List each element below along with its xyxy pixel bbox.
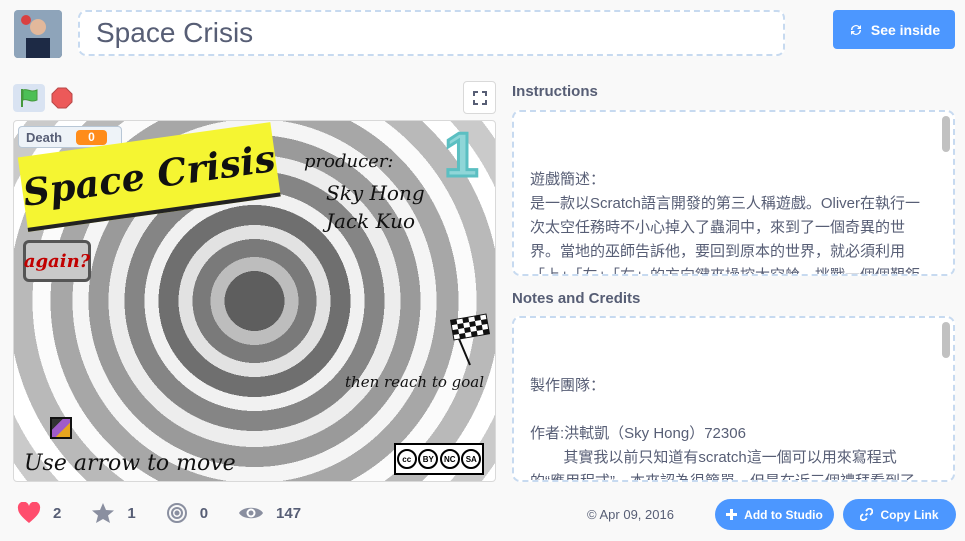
plus-icon	[726, 509, 738, 520]
fullscreen-icon	[472, 90, 487, 105]
player-sprite	[50, 417, 72, 439]
link-icon	[860, 508, 874, 521]
notes-panel[interactable]: 製作團隊： 作者:洪軾凱（Sky Hong）72306 其實我以前只知道有scr…	[512, 316, 955, 482]
add-to-studio-button[interactable]: Add to Studio	[715, 499, 834, 530]
green-flag-button[interactable]	[13, 84, 45, 112]
star-icon	[92, 503, 115, 523]
producer-name: Sky Hong	[326, 181, 425, 205]
notes-text: 製作團隊： 作者:洪軾凱（Sky Hong）72306 其實我以前只知道有scr…	[530, 377, 915, 482]
producer-label: producer:	[304, 151, 394, 172]
level-number: 1	[442, 121, 480, 190]
green-flag-icon	[21, 89, 38, 107]
notes-heading: Notes and Credits	[512, 290, 641, 307]
instructions-heading: Instructions	[512, 83, 598, 100]
producer-names: Sky Hong Jack Kuo	[326, 179, 425, 235]
remix-swirl-icon	[166, 503, 187, 523]
date-text: Apr 09, 2016	[599, 507, 674, 522]
instructions-scrollbar[interactable]	[942, 116, 950, 152]
eye-icon	[239, 507, 264, 519]
move-instruction-text: Use arrow to move	[24, 451, 236, 476]
love-count: 2	[53, 504, 62, 522]
project-title: Space Crisis	[96, 17, 254, 48]
heart-icon	[17, 502, 41, 523]
project-stage[interactable]: Death 0 Space Crisis producer: Sky Hong …	[13, 120, 496, 482]
views-stat: 147	[238, 504, 301, 522]
remix-arrows-icon	[850, 24, 861, 35]
see-inside-button[interactable]: See inside	[833, 10, 955, 49]
copy-link-label: Copy Link	[880, 507, 939, 522]
project-stats: 2 1 0 147	[17, 502, 331, 524]
remix-count: 0	[199, 504, 209, 522]
project-title-field[interactable]: Space Crisis	[78, 10, 785, 56]
sa-icon: SA	[461, 449, 482, 469]
goal-instruction-text: then reach to goal	[345, 373, 485, 391]
notes-scrollbar[interactable]	[942, 322, 950, 358]
death-value: 0	[76, 129, 107, 145]
share-date: © Apr 09, 2016	[587, 507, 674, 522]
favorite-stat[interactable]: 1	[91, 502, 136, 524]
view-count: 147	[276, 504, 302, 522]
again-button[interactable]: again?	[23, 240, 91, 282]
fullscreen-button[interactable]	[463, 81, 496, 114]
death-label: Death	[26, 129, 63, 145]
author-avatar[interactable]	[14, 10, 62, 58]
checkered-flag-icon	[449, 313, 490, 366]
copy-link-button[interactable]: Copy Link	[843, 499, 956, 530]
copyright-symbol: ©	[587, 507, 597, 522]
add-to-studio-label: Add to Studio	[744, 507, 823, 522]
love-stat[interactable]: 2	[17, 502, 61, 524]
stop-icon	[51, 87, 73, 109]
stop-button[interactable]	[50, 86, 74, 110]
creative-commons-badge: cc BY NC SA	[394, 443, 484, 475]
nc-icon: NC	[439, 449, 460, 469]
instructions-panel[interactable]: 遊戲簡述： 是一款以Scratch語言開發的第三人稱遊戲。Oliver在執行一次…	[512, 110, 955, 276]
instructions-text: 遊戲簡述： 是一款以Scratch語言開發的第三人稱遊戲。Oliver在執行一次…	[530, 171, 921, 276]
favorite-count: 1	[127, 504, 136, 522]
remix-stat: 0	[166, 502, 208, 524]
by-icon: BY	[418, 449, 439, 469]
cc-icon: cc	[396, 449, 417, 469]
see-inside-label: See inside	[870, 21, 941, 38]
producer-name: Jack Kuo	[326, 209, 416, 233]
